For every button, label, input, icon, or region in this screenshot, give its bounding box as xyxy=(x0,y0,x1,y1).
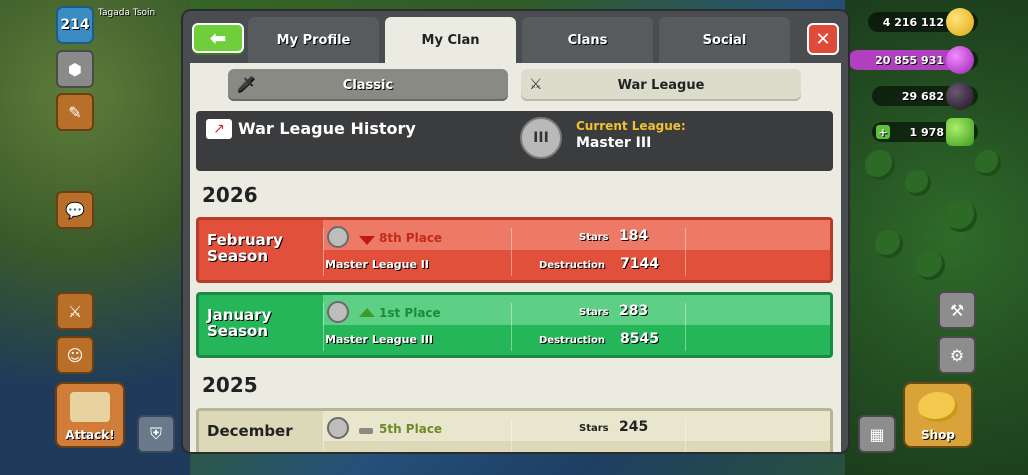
stars-label: Stars xyxy=(579,232,609,243)
dark-elixir-value: 29 682 xyxy=(901,89,944,103)
coins-icon xyxy=(918,392,958,422)
swords-icon[interactable]: ⚔ xyxy=(56,292,94,330)
attack-label: Attack! xyxy=(65,428,115,442)
close-button[interactable]: ✕ xyxy=(807,23,839,55)
arrow-left-icon: ⬅ xyxy=(209,26,227,50)
subtab-war-league-label: War League xyxy=(617,77,705,93)
stars-value: 245 xyxy=(619,419,649,435)
league-badge-icon xyxy=(327,226,349,248)
destruction-label: Destruction xyxy=(539,335,605,346)
player-level-badge[interactable]: 214 xyxy=(56,6,94,44)
current-league-value: Master III xyxy=(576,135,652,151)
settings-gear-icon[interactable]: ⚙ xyxy=(938,336,976,374)
dark-elixir-icon xyxy=(946,82,974,110)
season-name: December xyxy=(207,422,293,440)
gold-value: 4 216 112 xyxy=(882,15,944,29)
hexagon-icon[interactable]: ⬢ xyxy=(56,50,94,88)
season-league: Master League II xyxy=(325,258,429,271)
season-place: 8th Place xyxy=(379,231,443,245)
master-league-icon: III xyxy=(520,117,562,159)
trend-chart-icon: ↗ xyxy=(206,119,232,139)
gold-icon xyxy=(946,8,974,36)
attack-button[interactable]: Attack! xyxy=(55,382,125,448)
subtab-war-league[interactable]: ⚔ War League xyxy=(521,69,801,101)
destruction-label: Destruction xyxy=(539,260,605,271)
season-name: February Season xyxy=(207,231,283,265)
add-gems-icon[interactable]: + xyxy=(876,125,890,139)
season-place: 5th Place xyxy=(379,422,443,436)
builder-icon[interactable]: ⚒ xyxy=(938,291,976,329)
layout-icon[interactable]: ▦ xyxy=(858,415,896,453)
gems-value: 1 978 xyxy=(909,125,944,139)
gem-icon xyxy=(946,118,974,146)
chat-icon[interactable]: 💬 xyxy=(56,191,94,229)
elixir-value: 20 855 931 xyxy=(875,53,944,67)
rank-down-icon xyxy=(359,236,375,245)
map-icon xyxy=(70,392,110,422)
war-league-history-header: ↗ War League History III Current League:… xyxy=(196,111,833,171)
back-button[interactable]: ⬅ xyxy=(192,23,244,53)
tab-social[interactable]: Social xyxy=(659,17,790,63)
year-heading: 2025 xyxy=(202,373,258,397)
close-icon: ✕ xyxy=(815,28,831,50)
clan-modal: ⬅ My Profile My Clan Clans Social ✕ 🗡 Cl… xyxy=(183,11,848,452)
season-place: 1st Place xyxy=(379,306,441,320)
league-badge-icon xyxy=(327,417,349,439)
elixir-icon xyxy=(946,46,974,74)
clan-panel: 🗡 Classic ⚔ War League ↗ War League Hist… xyxy=(190,63,841,452)
tab-my-profile[interactable]: My Profile xyxy=(248,17,379,63)
stars-value: 184 xyxy=(619,228,649,244)
notes-icon[interactable]: ✎ xyxy=(56,93,94,131)
tab-my-clan[interactable]: My Clan xyxy=(385,17,516,63)
current-league-label: Current League: xyxy=(576,119,686,133)
stars-label: Stars xyxy=(579,423,609,434)
shop-button[interactable]: Shop xyxy=(903,382,973,448)
tab-bar: ⬅ My Profile My Clan Clans Social ✕ xyxy=(183,11,848,63)
league-badge-icon xyxy=(327,301,349,323)
destruction-value: 7144 xyxy=(620,256,659,272)
season-league: Master League III xyxy=(325,333,434,346)
crossed-swords-icon: ⚔ xyxy=(529,75,543,93)
season-row[interactable]: January Season 1st Place Master League I… xyxy=(196,292,833,358)
destruction-value: 8545 xyxy=(620,331,659,347)
season-row[interactable]: December 5th Place Stars 245 xyxy=(196,408,833,452)
barbarian-icon[interactable]: ☺ xyxy=(56,336,94,374)
player-name: Tagada Tsoin xyxy=(98,8,156,18)
year-heading: 2026 xyxy=(202,183,258,207)
rank-unchanged-icon xyxy=(359,428,373,434)
shield-icon[interactable]: ⛨ xyxy=(137,415,175,453)
sword-icon: 🗡 xyxy=(236,75,256,93)
history-title: War League History xyxy=(238,119,416,138)
season-row[interactable]: February Season 8th Place Master League … xyxy=(196,217,833,283)
tab-clans[interactable]: Clans xyxy=(522,17,653,63)
shop-label: Shop xyxy=(920,428,956,442)
rank-up-icon xyxy=(359,308,375,317)
stars-value: 283 xyxy=(619,303,649,319)
subtab-classic[interactable]: 🗡 Classic xyxy=(228,69,508,101)
subtab-classic-label: Classic xyxy=(342,77,394,93)
season-name: January Season xyxy=(207,306,272,340)
stars-label: Stars xyxy=(579,307,609,318)
